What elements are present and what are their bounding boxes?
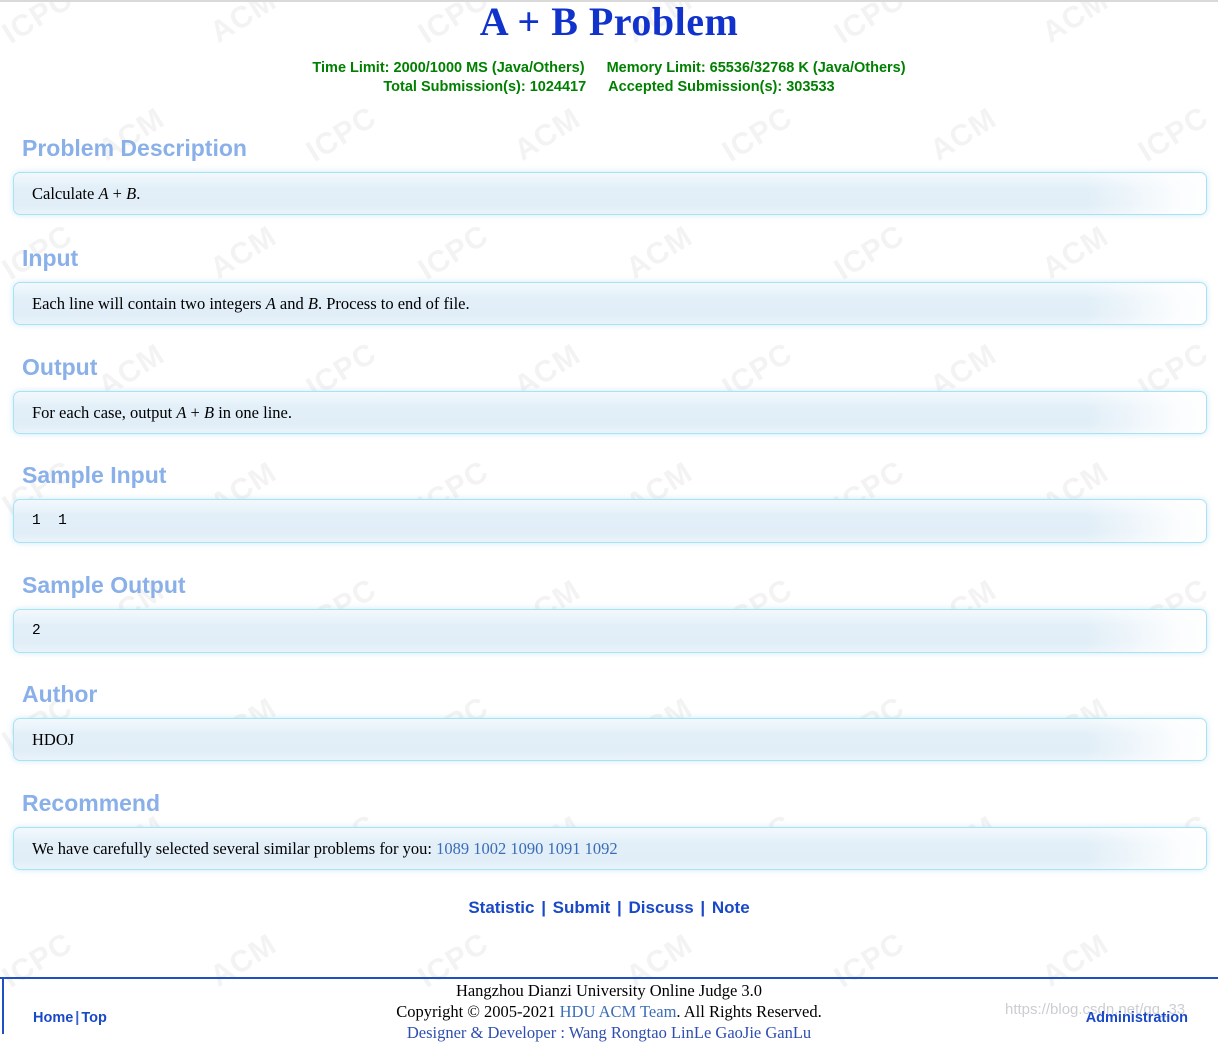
footer-administration: Administration <box>1086 1010 1188 1026</box>
memory-limit-text: Memory Limit: 65536/32768 K (Java/Others… <box>606 60 906 76</box>
desc-var-b: B <box>126 184 137 203</box>
recommend-problem-link[interactable]: 1092 <box>585 839 618 858</box>
hdu-acm-team-link[interactable]: HDU ACM Team <box>560 1002 677 1021</box>
footer-line-site: Hangzhou Dianzi University Online Judge … <box>455 981 763 1000</box>
sample-input-value: 1 1 <box>32 513 67 529</box>
page-footer: Home | Top Hangzhou Dianzi University Onli… <box>0 977 1218 1042</box>
section-author: Author HDOJ <box>0 681 1218 761</box>
time-limit-text: Time Limit: 2000/1000 MS (Java/Others) <box>312 60 585 76</box>
panel-output: For each case, output A + B in one line. <box>13 391 1207 434</box>
panel-problem-description: Calculate A + B. <box>13 172 1207 215</box>
recommend-lead-text: We have carefully selected several simil… <box>32 839 437 858</box>
total-submissions-text: Total Submission(s): 1024417 <box>383 79 587 95</box>
page-title: A + B Problem <box>479 0 739 44</box>
heading-problem-description: Problem Description <box>22 135 247 161</box>
input-mid: and <box>275 294 308 313</box>
heading-author: Author <box>22 681 98 707</box>
output-var-b: B <box>203 403 215 422</box>
recommend-links: 1089 1002 1090 1091 1092 <box>436 839 618 858</box>
input-text: Each line will contain two integers A an… <box>14 283 1206 324</box>
output-text-pre: For each case, output <box>32 403 177 422</box>
section-input: Input Each line will contain two integer… <box>0 245 1218 325</box>
desc-text-pre: Calculate <box>32 184 99 203</box>
recommend-problem-link[interactable]: 1090 <box>510 839 543 858</box>
output-var-a: A <box>176 403 187 422</box>
input-text-pre: Each line will contain two integers <box>32 294 266 313</box>
panel-input: Each line will contain two integers A an… <box>13 282 1207 325</box>
heading-output: Output <box>22 354 98 380</box>
footer-credits: Hangzhou Dianzi University Online Judge … <box>0 980 1218 1043</box>
panel-sample-output: 2 <box>13 609 1207 653</box>
output-plus: + <box>186 403 204 422</box>
problem-description-text: Calculate A + B. <box>14 173 1206 214</box>
copyright-post: . All Rights Reserved. <box>676 1002 822 1021</box>
action-separator: | <box>536 898 551 917</box>
action-link-note[interactable]: Note <box>712 898 750 917</box>
recommend-problem-link[interactable]: 1002 <box>473 839 506 858</box>
section-recommend: Recommend We have carefully selected sev… <box>0 790 1218 870</box>
recommend-problem-link[interactable]: 1091 <box>548 839 581 858</box>
section-output: Output For each case, output A + B in on… <box>0 354 1218 434</box>
section-sample-output: Sample Output 2 <box>0 572 1218 653</box>
output-text-post: in one line. <box>214 403 292 422</box>
author-value: HDOJ <box>32 730 75 749</box>
panel-author: HDOJ <box>13 718 1207 761</box>
problem-page: A + B Problem Time Limit: 2000/1000 MS (… <box>0 0 1218 918</box>
heading-recommend: Recommend <box>22 790 161 816</box>
panel-recommend: We have carefully selected several simil… <box>13 827 1207 870</box>
input-text-post: . Process to end of file. <box>317 294 470 313</box>
action-link-statistic[interactable]: Statistic <box>468 898 534 917</box>
desc-text-post: . <box>136 184 141 203</box>
recommend-text: We have carefully selected several simil… <box>14 828 1206 869</box>
footer-inner: Home | Top Hangzhou Dianzi University Onli… <box>0 979 1218 1042</box>
footer-line-copyright: Copyright © 2005-2021 HDU ACM Team. All … <box>0 1001 1218 1022</box>
action-separator: | <box>695 898 710 917</box>
panel-sample-input: 1 1 <box>13 499 1207 543</box>
input-var-a: A <box>265 294 276 313</box>
section-sample-input: Sample Input 1 1 <box>0 462 1218 543</box>
action-separator: | <box>612 898 627 917</box>
heading-sample-input: Sample Input <box>22 462 167 488</box>
action-link-discuss[interactable]: Discuss <box>628 898 693 917</box>
heading-sample-output: Sample Output <box>22 572 186 598</box>
recommend-problem-link[interactable]: 1089 <box>436 839 469 858</box>
heading-input: Input <box>22 245 79 271</box>
problem-stats: Time Limit: 2000/1000 MS (Java/Others) Me… <box>0 59 1218 97</box>
stats-row-limits: Time Limit: 2000/1000 MS (Java/Others) Me… <box>0 59 1218 78</box>
sample-output-value: 2 <box>32 623 41 639</box>
copyright-pre: Copyright © 2005-2021 <box>396 1002 560 1021</box>
problem-action-links: Statistic | Submit | Discuss | Note <box>0 898 1218 918</box>
stats-row-submissions: Total Submission(s): 1024417 Accepted Sub… <box>0 78 1218 97</box>
accepted-submissions-text: Accepted Submission(s): 303533 <box>608 79 835 95</box>
action-link-submit[interactable]: Submit <box>553 898 611 917</box>
administration-link[interactable]: Administration <box>1086 1010 1188 1026</box>
desc-plus: + <box>108 184 127 203</box>
section-problem-description: Problem Description Calculate A + B. <box>0 135 1218 215</box>
output-text: For each case, output A + B in one line. <box>14 392 1206 433</box>
footer-line-designers: Designer & Developer : Wang Rongtao LinL… <box>406 1023 812 1042</box>
desc-var-a: A <box>98 184 109 203</box>
input-var-b: B <box>307 294 318 313</box>
